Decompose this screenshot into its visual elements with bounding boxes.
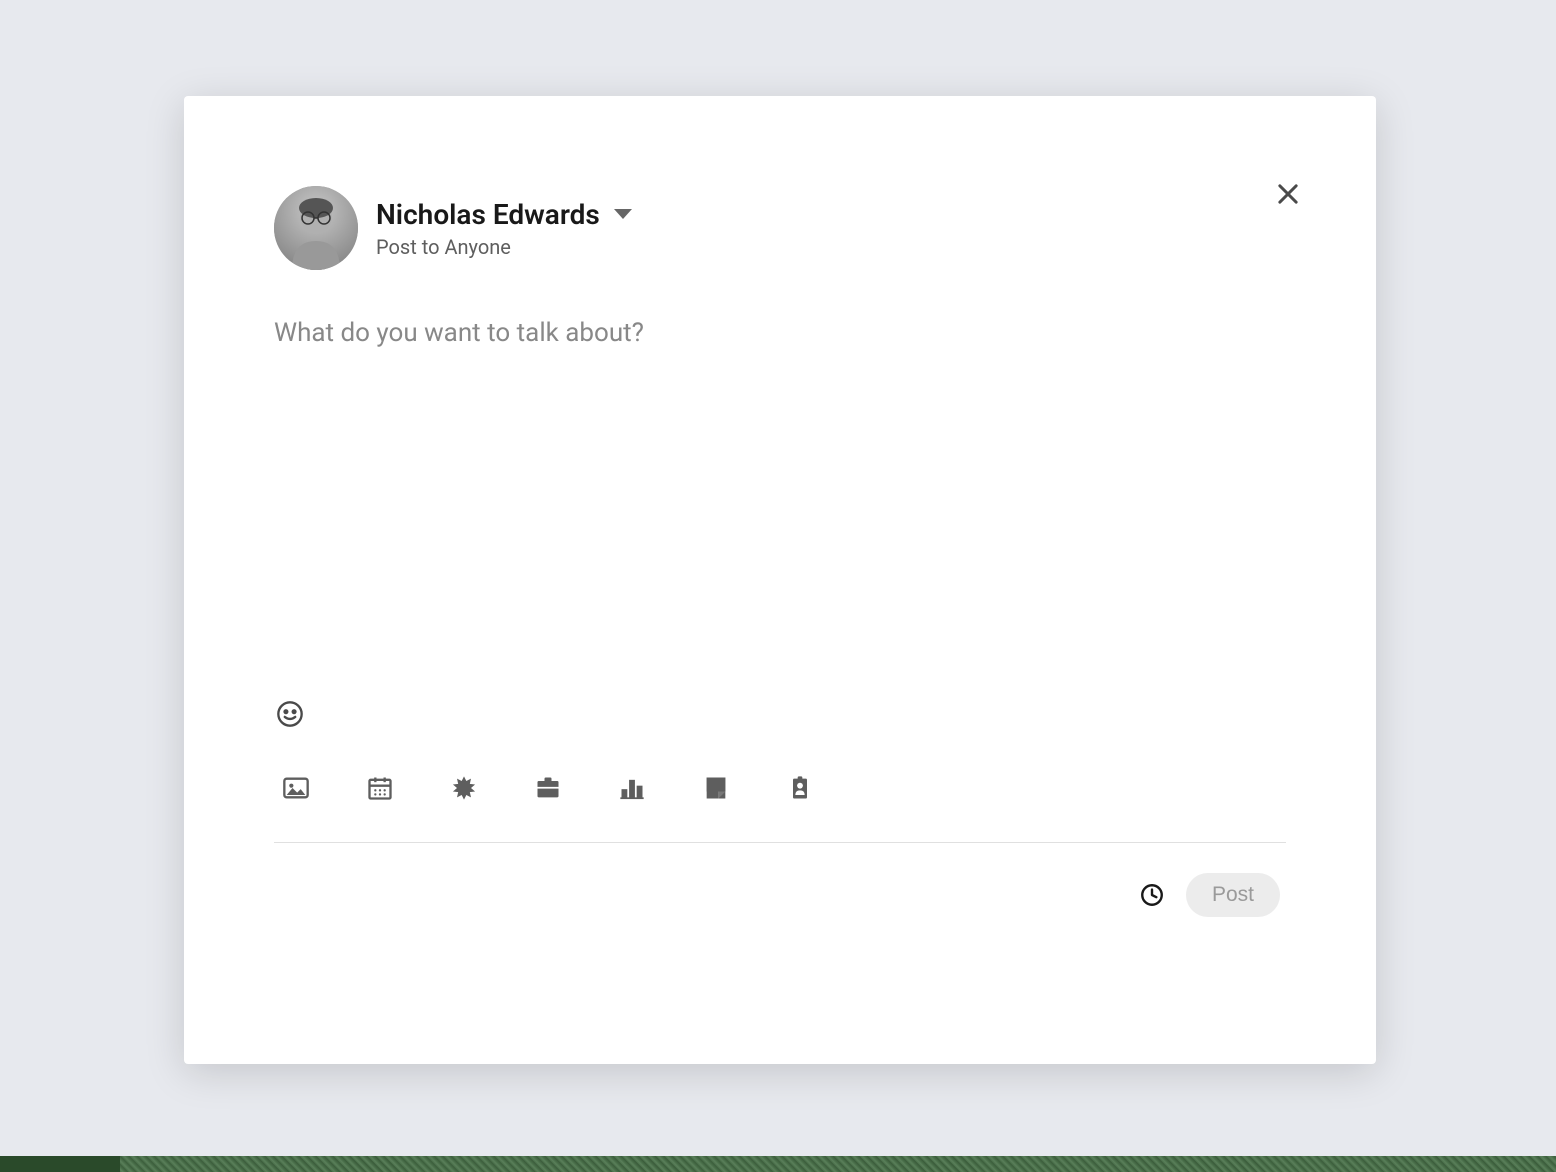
- bar-chart-icon: [618, 774, 646, 802]
- smiley-icon: [276, 700, 304, 728]
- profile-text: Nicholas Edwards Post to Anyone: [376, 198, 632, 259]
- add-poll-button[interactable]: [616, 772, 648, 804]
- author-selector[interactable]: Nicholas Edwards: [376, 198, 632, 231]
- add-image-button[interactable]: [280, 772, 312, 804]
- footer-row: Post: [274, 873, 1286, 917]
- starburst-icon: [450, 774, 478, 802]
- clock-icon: [1139, 882, 1165, 908]
- bottom-decoration: [0, 1156, 1556, 1172]
- person-badge-icon: [786, 774, 814, 802]
- attachment-row: [274, 772, 1286, 843]
- briefcase-icon: [534, 774, 562, 802]
- avatar[interactable]: [274, 186, 358, 270]
- document-icon: [702, 774, 730, 802]
- post-button[interactable]: Post: [1186, 873, 1280, 917]
- emoji-button[interactable]: [274, 698, 306, 730]
- post-composer[interactable]: What do you want to talk about?: [274, 318, 1286, 688]
- visibility-label[interactable]: Post to Anyone: [376, 235, 632, 259]
- emoji-row: [274, 698, 1286, 732]
- profile-row: Nicholas Edwards Post to Anyone: [274, 186, 1286, 270]
- calendar-icon: [366, 774, 394, 802]
- add-document-button[interactable]: [700, 772, 732, 804]
- close-button[interactable]: [1270, 176, 1306, 212]
- add-expert-button[interactable]: [784, 772, 816, 804]
- avatar-image: [274, 186, 358, 270]
- chevron-down-icon: [614, 209, 632, 219]
- close-icon: [1274, 180, 1302, 208]
- image-icon: [282, 774, 310, 802]
- add-celebrate-button[interactable]: [448, 772, 480, 804]
- schedule-button[interactable]: [1136, 879, 1168, 911]
- add-job-button[interactable]: [532, 772, 564, 804]
- user-name: Nicholas Edwards: [376, 198, 600, 231]
- composer-placeholder: What do you want to talk about?: [274, 318, 1286, 348]
- add-event-button[interactable]: [364, 772, 396, 804]
- compose-post-modal: Nicholas Edwards Post to Anyone What do …: [184, 96, 1376, 1064]
